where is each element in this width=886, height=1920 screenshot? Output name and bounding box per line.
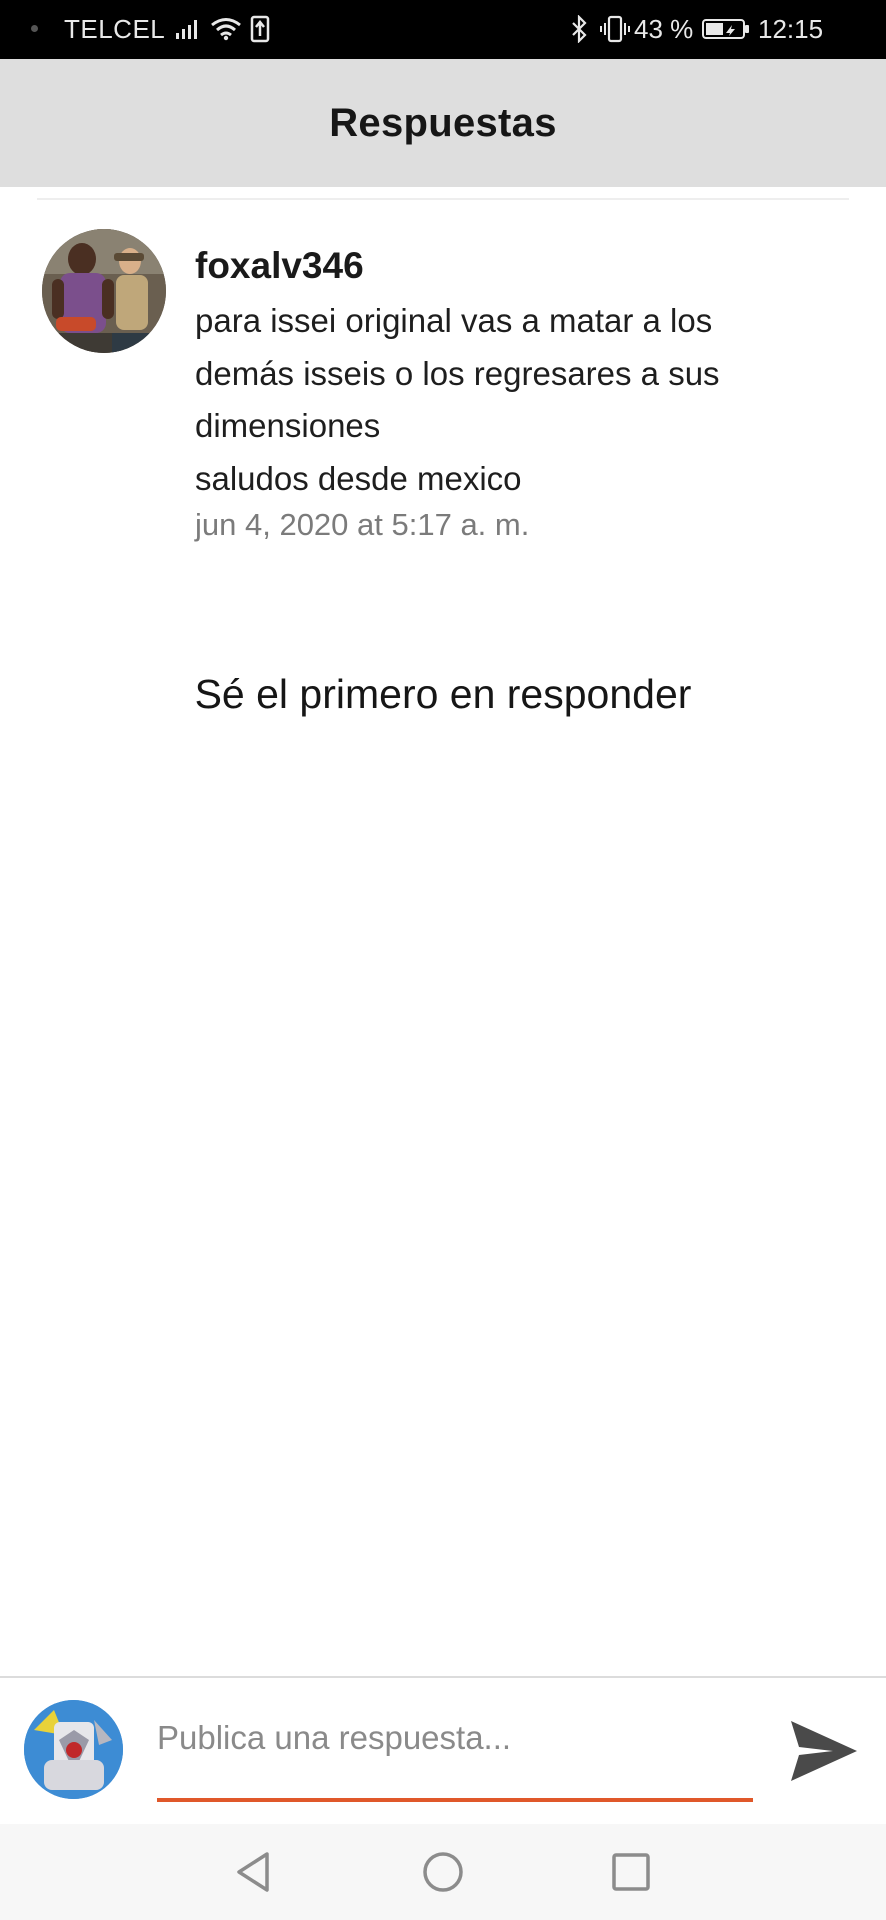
recents-icon [612, 1853, 650, 1891]
vibrate-icon [600, 13, 630, 45]
send-icon [791, 1721, 857, 1781]
current-user-avatar [24, 1700, 123, 1799]
app-header: Respuestas [0, 59, 886, 187]
back-icon [237, 1852, 269, 1892]
clock: 12:15 [758, 14, 824, 44]
reply-composer [0, 1678, 886, 1824]
bluetooth-icon [570, 13, 588, 45]
signal-icon [175, 13, 201, 45]
empty-replies-message: Sé el primero en responder [194, 671, 692, 717]
battery-percentage: 43 % [634, 14, 694, 44]
home-icon [423, 1852, 463, 1892]
screen: TELCEL 43 % 12:15 Respuestas foxalv346 p… [0, 0, 886, 1920]
recents-button[interactable] [607, 1848, 655, 1896]
home-button[interactable] [419, 1848, 467, 1896]
comment-text: para issei original vas a matar a los de… [195, 302, 720, 497]
divider [37, 198, 849, 200]
notification-dot-icon [31, 25, 38, 32]
battery-icon [702, 13, 750, 45]
comment-timestamp: jun 4, 2020 at 5:17 a. m. [195, 507, 530, 542]
send-button[interactable] [786, 1716, 862, 1786]
commenter-avatar[interactable] [42, 229, 166, 353]
upload-icon [250, 13, 270, 45]
page-title: Respuestas [329, 100, 557, 145]
comment-body: foxalv346 para issei original vas a mata… [195, 243, 815, 545]
carrier-name: TELCEL [64, 14, 166, 44]
status-bar: TELCEL 43 % 12:15 [0, 0, 886, 59]
reply-input[interactable] [157, 1706, 753, 1770]
navigation-bar [0, 1824, 886, 1920]
back-button[interactable] [229, 1848, 277, 1896]
comment-username[interactable]: foxalv346 [195, 243, 815, 289]
reply-input-underline [157, 1798, 753, 1802]
wifi-icon [210, 13, 242, 45]
